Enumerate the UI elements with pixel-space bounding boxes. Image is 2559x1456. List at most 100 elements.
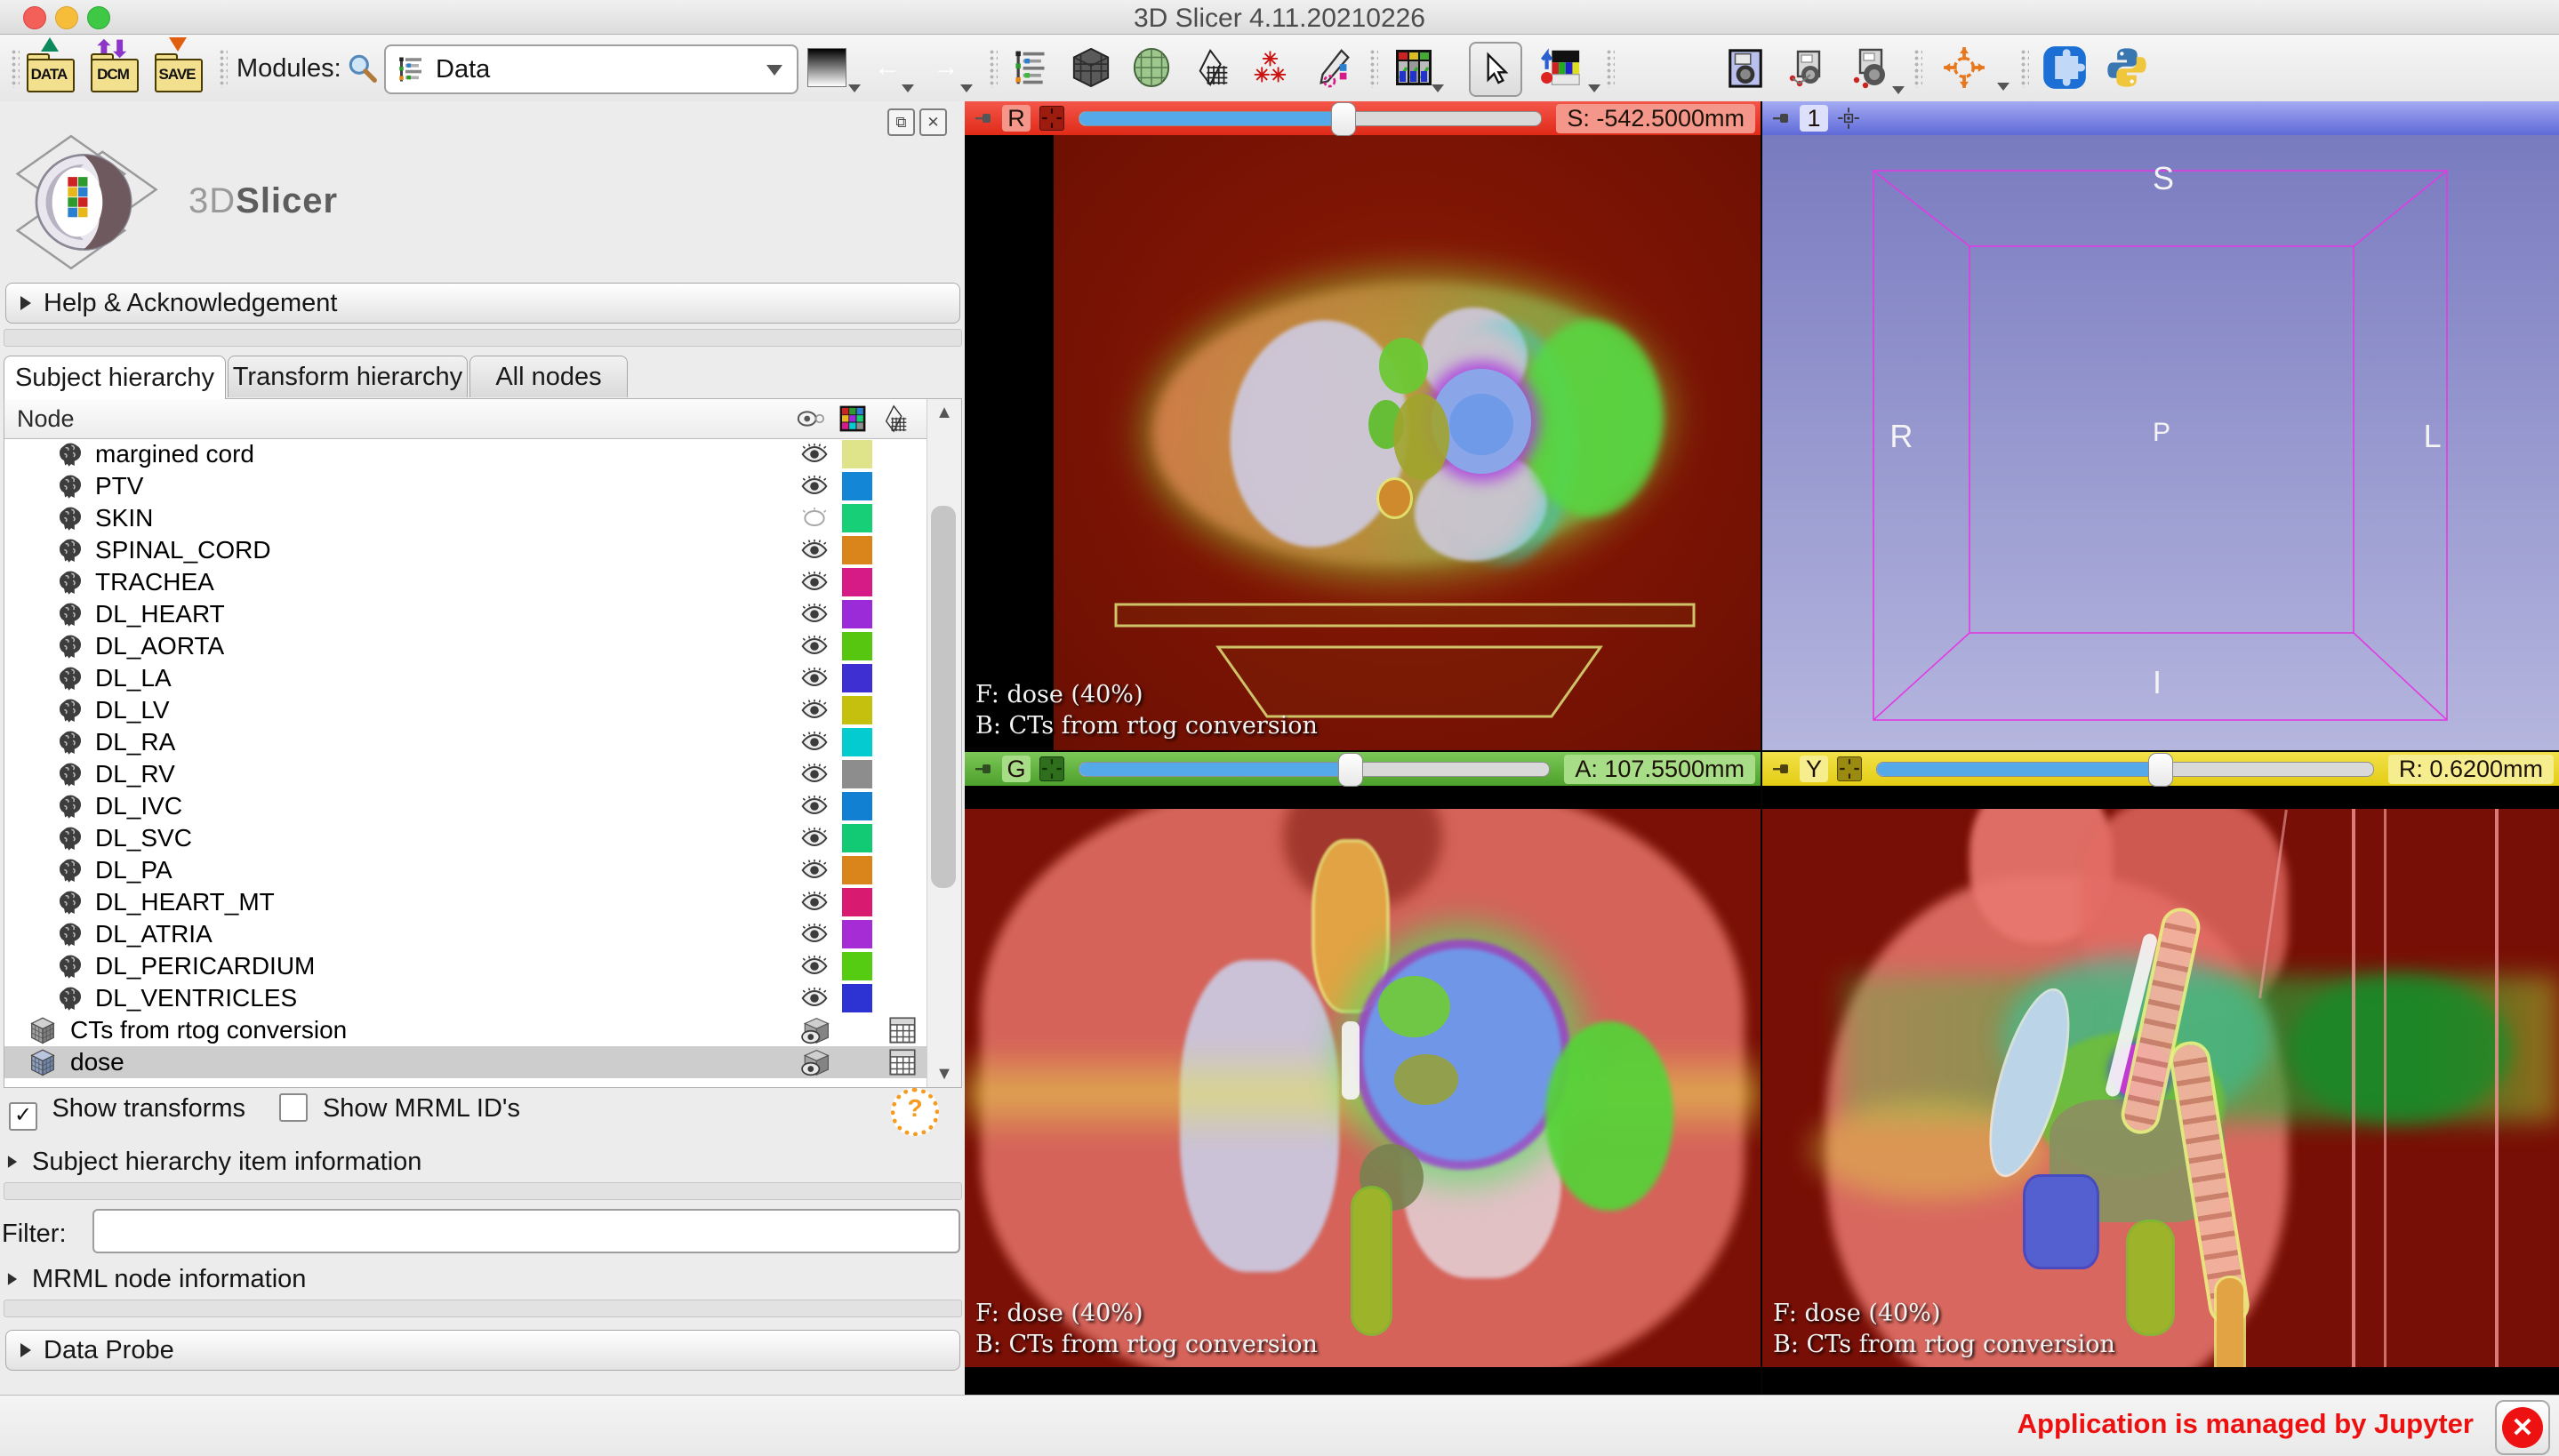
eye-open-icon[interactable] bbox=[800, 697, 829, 724]
tree-row[interactable]: DL_LV bbox=[4, 694, 927, 726]
segment-color-swatch[interactable] bbox=[842, 888, 872, 916]
annotations-button[interactable] bbox=[1314, 42, 1355, 93]
tab-transform-hierarchy[interactable]: Transform hierarchy bbox=[228, 356, 468, 397]
voxel-grid-icon[interactable] bbox=[889, 1049, 916, 1076]
tree-row[interactable]: CTs from rtog conversion bbox=[4, 1014, 927, 1046]
scene-view-restore-button[interactable] bbox=[1849, 42, 1905, 94]
load-data-button[interactable]: DATA bbox=[25, 37, 75, 93]
tree-row[interactable]: DL_RV bbox=[4, 758, 927, 790]
toolbar-handle[interactable] bbox=[2020, 49, 2029, 88]
eye-open-icon[interactable] bbox=[800, 473, 829, 500]
tree-row[interactable]: DL_ATRIA bbox=[4, 918, 927, 950]
screen-capture-button[interactable] bbox=[807, 42, 861, 93]
help-acknowledgement-header[interactable]: Help & Acknowledgement bbox=[5, 283, 960, 324]
green-slice-viewport[interactable]: F: dose (40%) B: CTs from rtog conversio… bbox=[965, 786, 1761, 1396]
load-dicom-button[interactable]: ⬆⬇ DCM bbox=[89, 36, 139, 93]
tree-row[interactable]: PTV bbox=[4, 470, 927, 502]
show-transforms-checkbox[interactable]: ✓ bbox=[9, 1102, 37, 1131]
tree-row[interactable]: DL_IVC bbox=[4, 790, 927, 822]
segment-color-swatch[interactable] bbox=[842, 984, 872, 1012]
eye-open-icon[interactable] bbox=[800, 889, 829, 916]
data-module-button[interactable] bbox=[1010, 42, 1049, 93]
eye-open-icon[interactable] bbox=[800, 793, 829, 820]
eye-open-icon[interactable] bbox=[800, 729, 829, 756]
tree-row[interactable]: DL_LA bbox=[4, 662, 927, 694]
segment-color-swatch[interactable] bbox=[842, 472, 872, 500]
eye-open-icon[interactable] bbox=[800, 537, 829, 564]
yellow-slice-viewport[interactable]: F: dose (40%) B: CTs from rtog conversio… bbox=[1762, 786, 2559, 1396]
green-view-label[interactable]: G bbox=[1002, 756, 1031, 782]
panel-close-icon[interactable]: ✕ bbox=[919, 108, 947, 136]
green-view-menu-icon[interactable] bbox=[1039, 756, 1064, 781]
data-probe-header[interactable]: Data Probe bbox=[5, 1330, 960, 1371]
segment-color-swatch[interactable] bbox=[842, 952, 872, 980]
segment-color-swatch[interactable] bbox=[842, 632, 872, 660]
view-visibility-icon[interactable] bbox=[800, 1049, 830, 1076]
tab-subject-hierarchy[interactable]: Subject hierarchy bbox=[4, 356, 226, 399]
segment-color-swatch[interactable] bbox=[842, 440, 872, 468]
history-back-button[interactable]: ← bbox=[866, 42, 914, 93]
slider-handle[interactable] bbox=[1331, 101, 1357, 136]
history-forward-button[interactable]: → bbox=[925, 42, 973, 93]
save-button[interactable]: SAVE bbox=[153, 37, 203, 93]
layout-selector-button[interactable] bbox=[1392, 42, 1444, 93]
tree-row[interactable]: DL_RA bbox=[4, 726, 927, 758]
red-view-menu-icon[interactable] bbox=[1039, 106, 1064, 131]
extensions-manager-button[interactable] bbox=[2042, 42, 2088, 93]
pin-icon[interactable] bbox=[974, 758, 995, 780]
eye-open-icon[interactable] bbox=[800, 761, 829, 788]
mesh-column-icon[interactable] bbox=[881, 404, 911, 434]
tree-row[interactable]: SPINAL_CORD bbox=[4, 534, 927, 566]
tree-row[interactable]: TRACHEA bbox=[4, 566, 927, 598]
crosshair-button[interactable] bbox=[1942, 42, 2009, 93]
mrml-node-information-header[interactable]: MRML node information bbox=[7, 1262, 306, 1296]
visibility-column-icon[interactable] bbox=[796, 407, 826, 430]
segment-color-swatch[interactable] bbox=[842, 664, 872, 692]
tree-row[interactable]: DL_HEART_MT bbox=[4, 886, 927, 918]
view-visibility-icon[interactable] bbox=[800, 1017, 830, 1044]
module-search-button[interactable] bbox=[345, 42, 379, 93]
show-mrml-ids-checkbox[interactable] bbox=[279, 1093, 309, 1122]
slider-handle[interactable] bbox=[2148, 752, 2173, 787]
eye-open-icon[interactable] bbox=[800, 569, 829, 596]
tree-row[interactable]: DL_VENTRICLES bbox=[4, 982, 927, 1014]
voxel-grid-icon[interactable] bbox=[889, 1017, 916, 1044]
tree-scrollbar[interactable]: ▲ ▼ bbox=[927, 399, 961, 1087]
segment-color-swatch[interactable] bbox=[842, 536, 872, 564]
eye-open-icon[interactable] bbox=[800, 921, 829, 948]
threed-view[interactable]: 1 S R P L I bbox=[1762, 101, 2559, 750]
scroll-down-icon[interactable]: ▼ bbox=[927, 1060, 961, 1087]
threed-view-label[interactable]: 1 bbox=[1800, 105, 1828, 132]
threed-viewport[interactable]: S R P L I bbox=[1762, 135, 2559, 750]
eye-open-icon[interactable] bbox=[800, 601, 829, 628]
segment-color-swatch[interactable] bbox=[842, 824, 872, 852]
filter-input[interactable] bbox=[92, 1209, 960, 1253]
panel-undock-icon[interactable]: ⧉ bbox=[887, 108, 915, 136]
capture-screenshot-button[interactable] bbox=[1725, 42, 1766, 93]
segment-color-swatch[interactable] bbox=[842, 728, 872, 756]
eye-open-icon[interactable] bbox=[800, 857, 829, 884]
color-column-icon[interactable] bbox=[838, 404, 867, 434]
eye-open-icon[interactable] bbox=[800, 985, 829, 1012]
segment-color-swatch[interactable] bbox=[842, 920, 872, 948]
node-column-header[interactable]: Node bbox=[17, 405, 75, 433]
scene-view-capture-button[interactable] bbox=[1785, 42, 1828, 93]
segment-color-swatch[interactable] bbox=[842, 504, 872, 532]
item-information-header[interactable]: Subject hierarchy item information bbox=[7, 1145, 421, 1179]
toolbar-handle[interactable] bbox=[1606, 49, 1615, 88]
green-slice-slider[interactable] bbox=[1079, 752, 1551, 787]
tree-row[interactable]: dose bbox=[4, 1046, 927, 1078]
eye-open-icon[interactable] bbox=[800, 633, 829, 660]
tab-all-nodes[interactable]: All nodes bbox=[469, 356, 628, 397]
toolbar-handle[interactable] bbox=[219, 49, 228, 88]
toolbar-handle[interactable] bbox=[989, 49, 998, 88]
tree-row[interactable]: margined cord bbox=[4, 438, 927, 470]
yellow-slice-slider[interactable] bbox=[1876, 752, 2374, 787]
volume-rendering-button[interactable] bbox=[1071, 42, 1111, 93]
python-console-button[interactable] bbox=[2104, 42, 2150, 93]
tree-row[interactable]: DL_PERICARDIUM bbox=[4, 950, 927, 982]
transforms-button[interactable] bbox=[1193, 42, 1234, 93]
segment-color-swatch[interactable] bbox=[842, 696, 872, 724]
toolbar-handle[interactable] bbox=[1369, 49, 1378, 88]
toolbar-handle[interactable] bbox=[1913, 49, 1922, 88]
